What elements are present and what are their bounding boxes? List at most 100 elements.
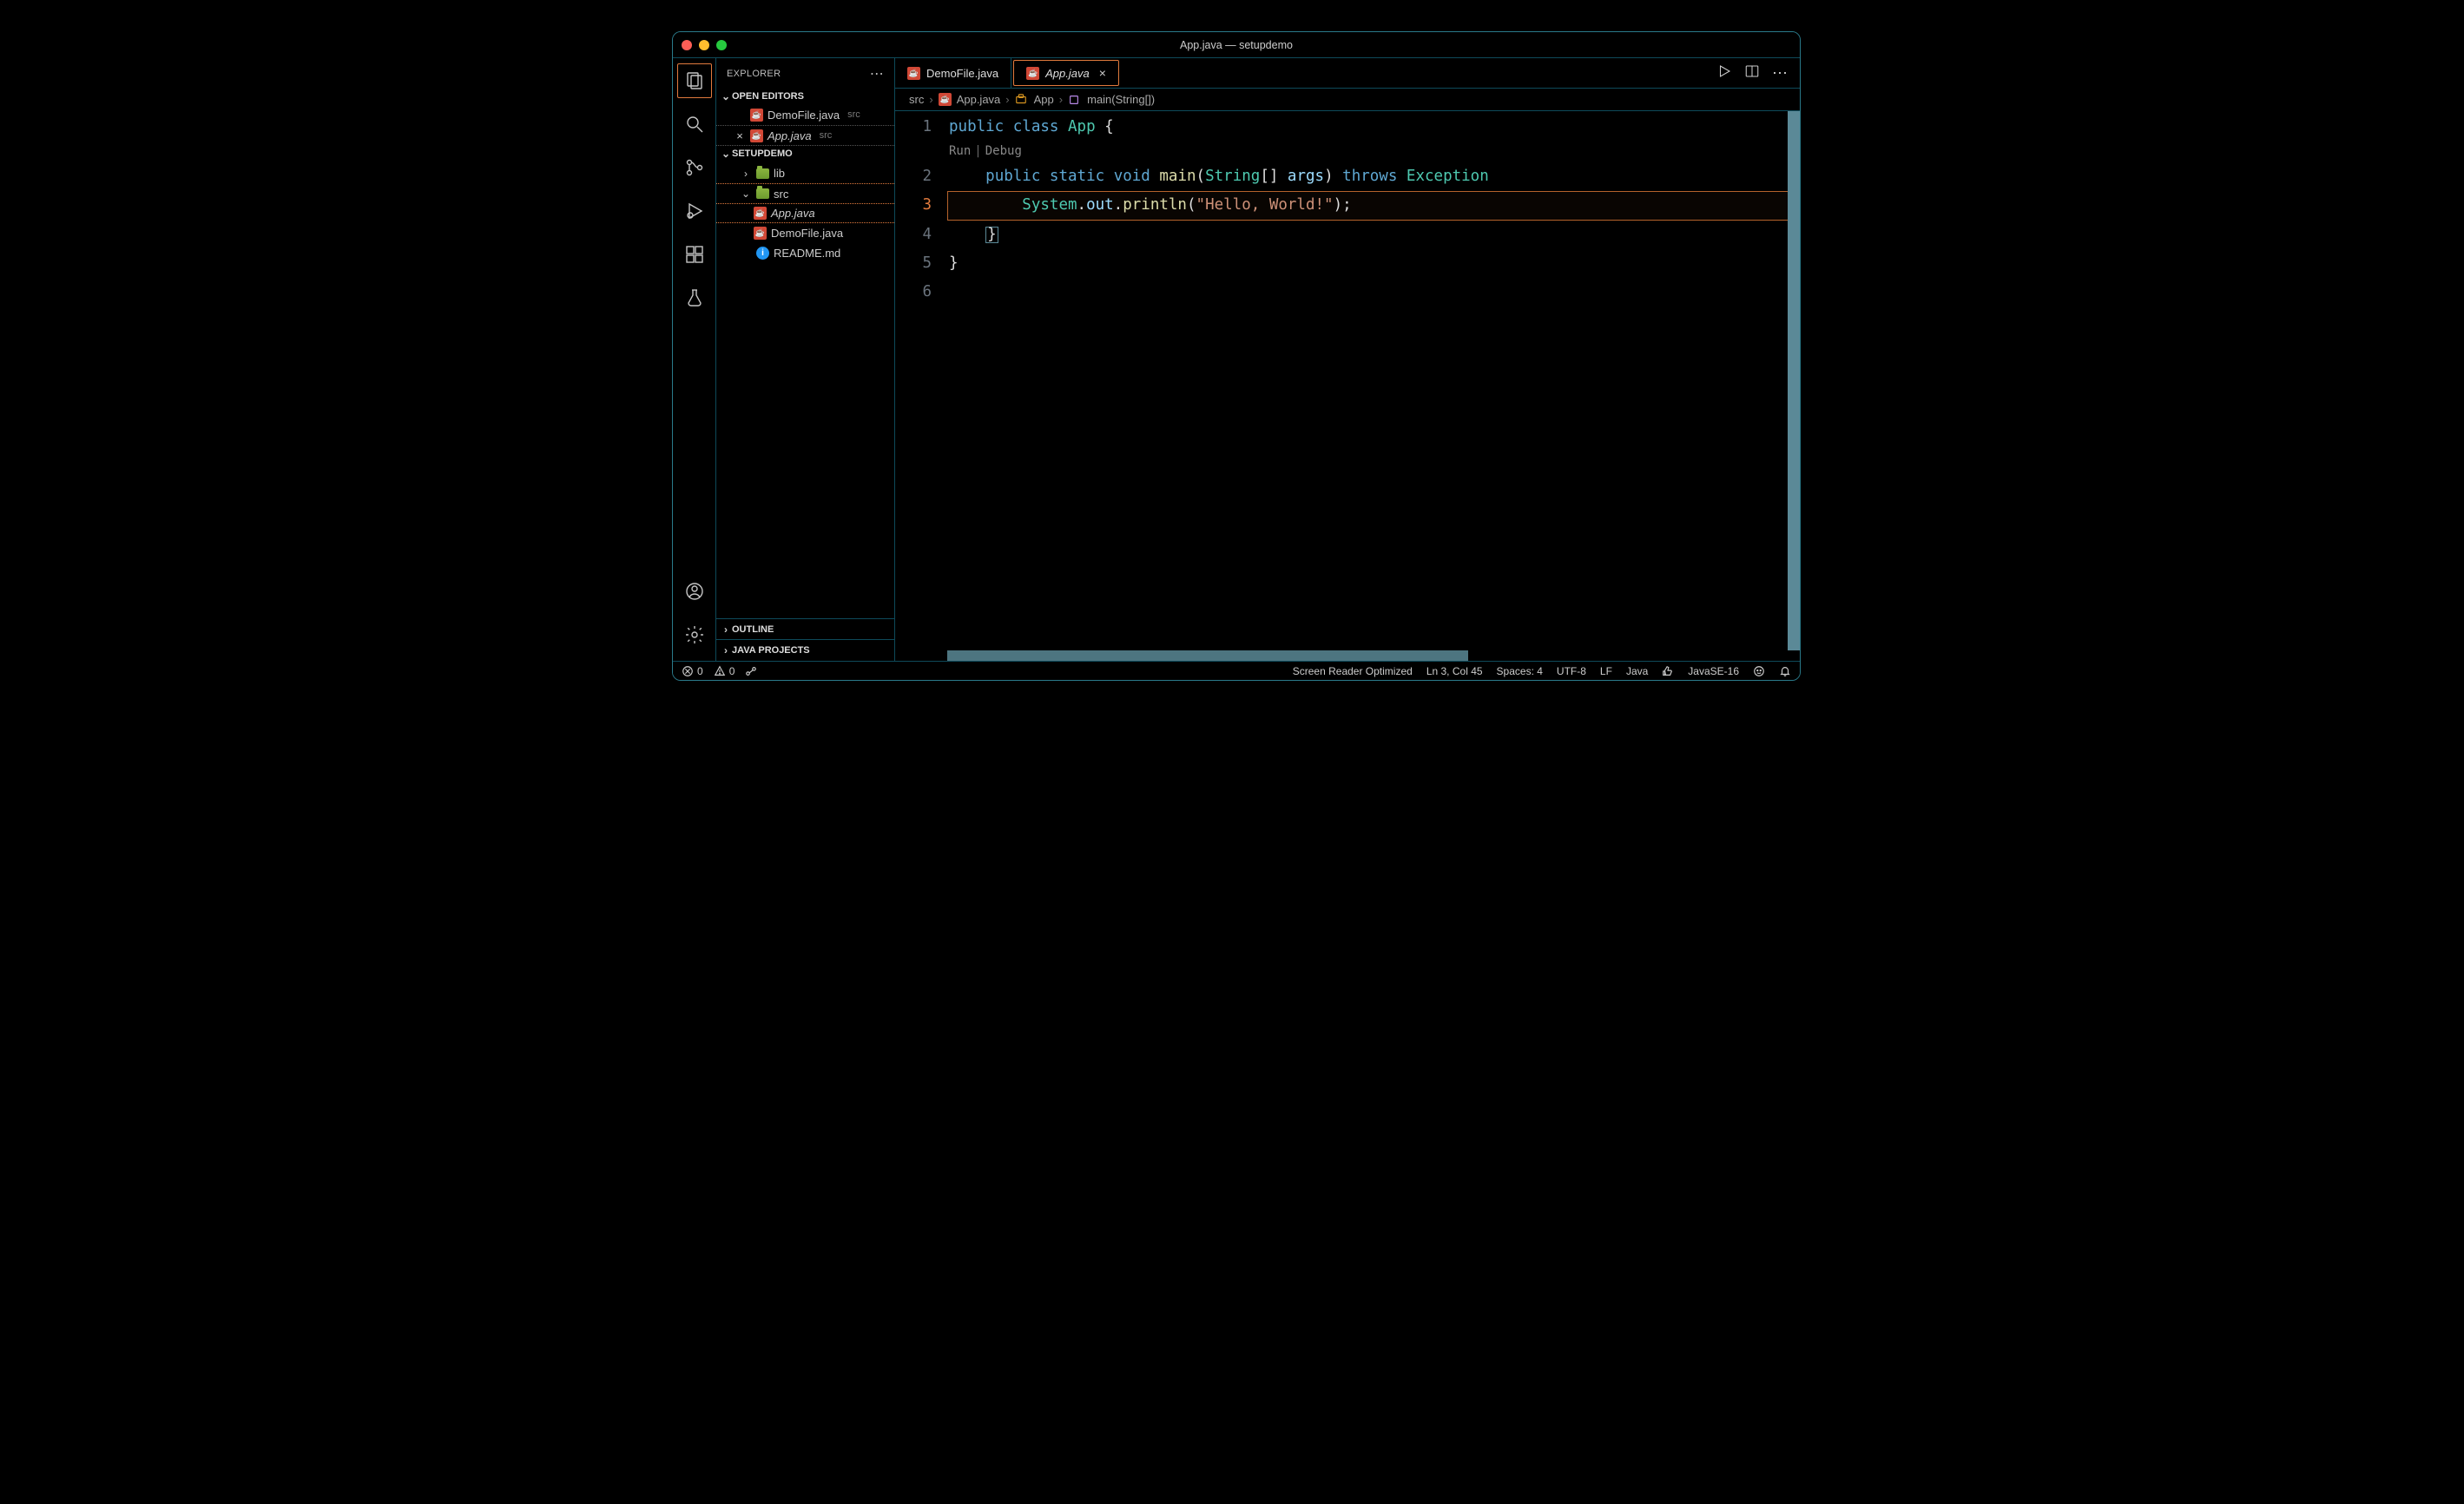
file-name: DemoFile.java [768, 109, 840, 122]
java-projects-label: JAVA PROJECTS [732, 645, 810, 656]
close-editor-icon[interactable]: × [734, 129, 746, 142]
folder-name: src [774, 188, 788, 201]
project-label: SETUPDEMO [732, 148, 793, 159]
status-feedback-icon[interactable] [1753, 665, 1765, 677]
tree-file-demo[interactable]: DemoFile.java [716, 223, 894, 243]
activity-bar [673, 58, 716, 661]
project-header[interactable]: ⌄ SETUPDEMO [716, 146, 894, 162]
codelens: Run|Debug [895, 142, 1800, 162]
sidebar-header: EXPLORER ⋯ [716, 58, 894, 89]
sidebar-more-icon[interactable]: ⋯ [870, 65, 884, 82]
sidebar-collapsed-panels: › OUTLINE › JAVA PROJECTS [716, 618, 894, 661]
tab-app-active[interactable]: App.java × [1013, 60, 1119, 86]
testing-activity-icon[interactable] [677, 280, 712, 315]
java-projects-header[interactable]: › JAVA PROJECTS [716, 640, 894, 661]
breadcrumb-segment[interactable]: src [909, 93, 924, 106]
open-editors-label: OPEN EDITORS [732, 91, 804, 102]
line-number: 6 [895, 278, 947, 307]
status-screen-reader[interactable]: Screen Reader Optimized [1293, 665, 1413, 677]
status-language[interactable]: Java [1626, 665, 1648, 677]
java-file-icon [1026, 67, 1039, 80]
status-notifications-icon[interactable] [1779, 665, 1791, 677]
codelens-run[interactable]: Run [949, 144, 971, 158]
chevron-down-icon: ⌄ [720, 90, 732, 102]
tab-label: App.java [1045, 67, 1090, 80]
file-path-tag: src [847, 109, 860, 120]
line-number: 3 [895, 191, 947, 220]
line-number: 5 [895, 249, 947, 278]
outline-header[interactable]: › OUTLINE [716, 619, 894, 640]
open-editors-section: ⌄ OPEN EDITORS DemoFile.java src × App.j… [716, 89, 894, 146]
blank-gutter [734, 109, 746, 122]
accounts-activity-icon[interactable] [677, 574, 712, 609]
status-live-share[interactable] [745, 665, 757, 677]
chevron-right-icon: › [1005, 93, 1009, 106]
window-controls [682, 40, 727, 50]
source-control-activity-icon[interactable] [677, 150, 712, 185]
settings-activity-icon[interactable] [677, 617, 712, 652]
maximize-window-button[interactable] [716, 40, 727, 50]
run-debug-activity-icon[interactable] [677, 194, 712, 228]
explorer-activity-icon[interactable] [677, 63, 712, 98]
scrollbar-thumb[interactable] [947, 650, 1468, 661]
tree-file-app[interactable]: App.java [716, 203, 894, 223]
java-file-icon [750, 129, 763, 142]
chevron-down-icon: ⌄ [740, 188, 752, 200]
status-jdk[interactable]: JavaSE-16 [1688, 665, 1739, 677]
open-editor-item[interactable]: DemoFile.java src [716, 104, 894, 125]
minimize-window-button[interactable] [699, 40, 709, 50]
window-title: App.java — setupdemo [673, 39, 1800, 51]
line-number: 1 [895, 113, 947, 142]
horizontal-scrollbar[interactable] [947, 650, 1788, 661]
search-activity-icon[interactable] [677, 107, 712, 142]
sidebar-title: EXPLORER [727, 69, 781, 79]
breadcrumb-segment[interactable]: App.java [957, 93, 1001, 106]
tree-file-readme[interactable]: i README.md [716, 243, 894, 263]
more-actions-icon[interactable]: ⋯ [1772, 64, 1788, 82]
extensions-activity-icon[interactable] [677, 237, 712, 272]
tab-demofile[interactable]: DemoFile.java [895, 58, 1011, 88]
open-editors-header[interactable]: ⌄ OPEN EDITORS [716, 89, 894, 104]
java-file-icon [754, 227, 767, 240]
code-editor[interactable]: 1 public class App { Run|Debug 2 public … [895, 111, 1800, 661]
breadcrumb-segment[interactable]: main(String[]) [1087, 93, 1155, 106]
file-name: App.java [771, 207, 815, 220]
status-cursor-position[interactable]: Ln 3, Col 45 [1426, 665, 1483, 677]
codelens-debug[interactable]: Debug [985, 144, 1022, 158]
close-tab-icon[interactable]: × [1099, 66, 1106, 80]
folder-icon [756, 168, 769, 179]
file-path-tag: src [820, 130, 833, 141]
status-errors[interactable]: 0 [682, 665, 703, 677]
file-name: App.java [768, 129, 812, 142]
file-tree: › lib ⌄ src App.java [716, 162, 894, 618]
chevron-right-icon: › [740, 168, 752, 180]
line-number: 4 [895, 221, 947, 249]
status-encoding[interactable]: UTF-8 [1557, 665, 1586, 677]
chevron-right-icon: › [929, 93, 932, 106]
chevron-right-icon: › [1059, 93, 1063, 106]
chevron-right-icon: › [720, 623, 732, 636]
status-warnings[interactable]: 0 [714, 665, 735, 677]
explorer-sidebar: EXPLORER ⋯ ⌄ OPEN EDITORS DemoFile.java … [716, 58, 895, 661]
status-indentation[interactable]: Spaces: 4 [1497, 665, 1543, 677]
outline-label: OUTLINE [732, 624, 774, 635]
class-symbol-icon [1015, 94, 1027, 106]
open-editor-item-active[interactable]: × App.java src [716, 125, 894, 146]
status-eol[interactable]: LF [1600, 665, 1612, 677]
split-editor-icon[interactable] [1744, 63, 1760, 83]
run-file-icon[interactable] [1716, 63, 1732, 83]
java-file-icon [754, 207, 767, 220]
folder-icon [756, 188, 769, 199]
minimap[interactable] [1788, 111, 1800, 650]
breadcrumb[interactable]: src › App.java › App › main(String[]) [895, 89, 1800, 111]
java-file-icon [939, 93, 952, 106]
line-number: 2 [895, 162, 947, 191]
close-window-button[interactable] [682, 40, 692, 50]
editor-area: DemoFile.java App.java × ⋯ src › App.jav… [895, 58, 1800, 661]
folder-name: lib [774, 167, 785, 180]
tab-label: DemoFile.java [926, 67, 998, 80]
tree-folder-src[interactable]: ⌄ src [716, 183, 894, 203]
status-thumbs-up-icon[interactable] [1662, 665, 1674, 677]
tree-folder-lib[interactable]: › lib [716, 163, 894, 183]
breadcrumb-segment[interactable]: App [1034, 93, 1054, 106]
